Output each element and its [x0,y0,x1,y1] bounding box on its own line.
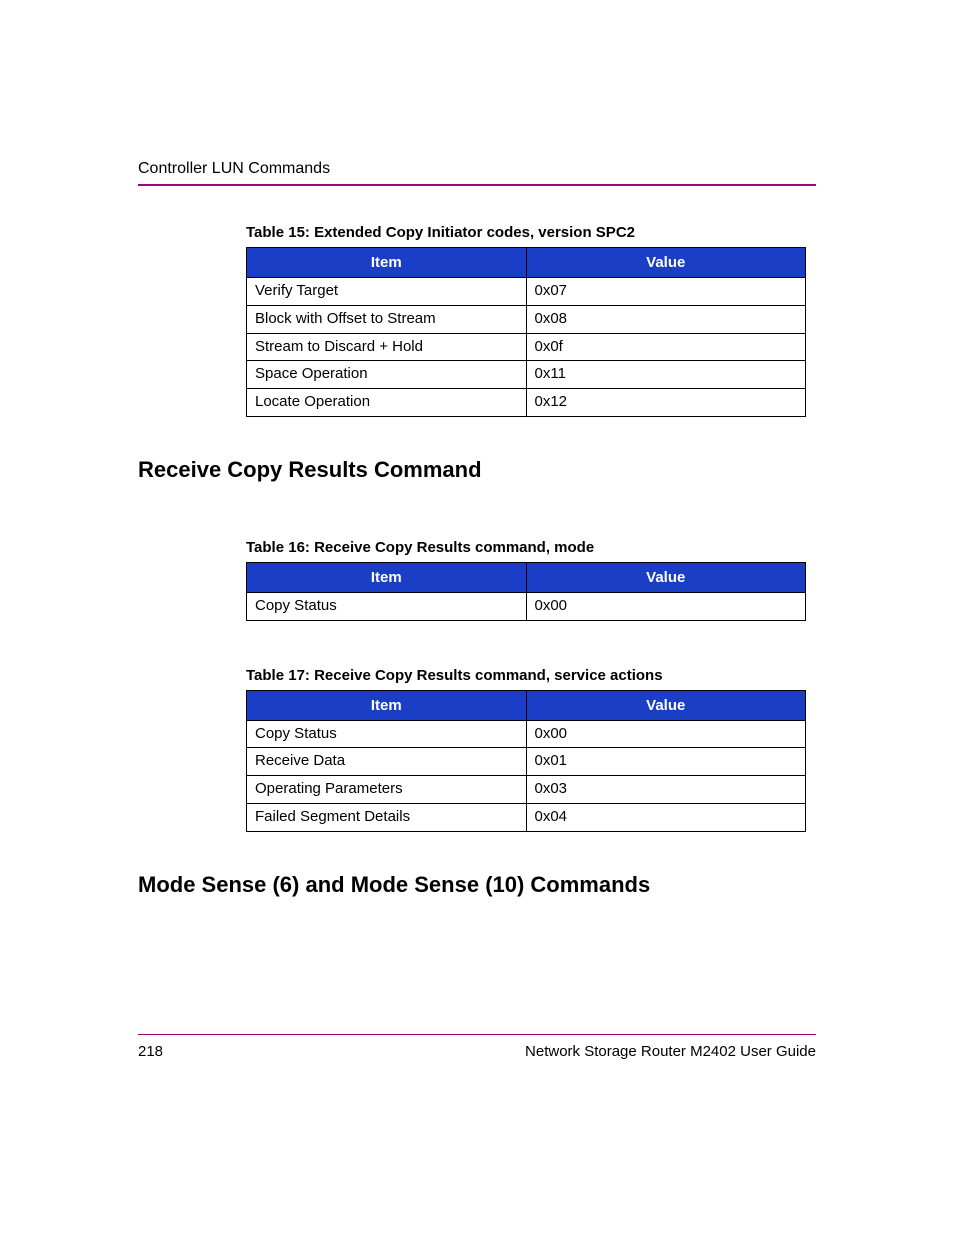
cell-item: Space Operation [247,361,527,389]
table-16: Item Value Copy Status 0x00 [246,562,806,621]
cell-value: 0x07 [526,278,806,306]
table-row: Failed Segment Details 0x04 [247,803,806,831]
page-footer: 218 Network Storage Router M2402 User Gu… [138,1034,816,1061]
heading-receive-copy-results: Receive Copy Results Command [138,457,816,483]
table-17: Item Value Copy Status 0x00 Receive Data… [246,690,806,832]
table-15-block: Table 15: Extended Copy Initiator codes,… [246,224,816,417]
table-17-block: Table 17: Receive Copy Results command, … [246,667,816,832]
table-16-block: Table 16: Receive Copy Results command, … [246,539,816,621]
cell-value: 0x00 [526,720,806,748]
table-16-head-value: Value [526,562,806,592]
cell-value: 0x00 [526,592,806,620]
page-number: 218 [138,1043,163,1060]
table-row: Block with Offset to Stream 0x08 [247,305,806,333]
table-16-head-item: Item [247,562,527,592]
cell-item: Verify Target [247,278,527,306]
cell-value: 0x01 [526,748,806,776]
table-15-head-value: Value [526,248,806,278]
cell-item: Receive Data [247,748,527,776]
table-row: Stream to Discard + Hold 0x0f [247,333,806,361]
running-header: Controller LUN Commands [138,160,816,178]
table-17-head-value: Value [526,690,806,720]
table-15: Item Value Verify Target 0x07 Block with… [246,247,806,417]
table-15-caption: Table 15: Extended Copy Initiator codes,… [246,224,816,241]
table-17-head-item: Item [247,690,527,720]
table-row: Copy Status 0x00 [247,592,806,620]
table-15-head-item: Item [247,248,527,278]
table-row: Copy Status 0x00 [247,720,806,748]
table-17-caption: Table 17: Receive Copy Results command, … [246,667,816,684]
heading-mode-sense: Mode Sense (6) and Mode Sense (10) Comma… [138,872,816,898]
table-row: Locate Operation 0x12 [247,389,806,417]
cell-item: Locate Operation [247,389,527,417]
table-row: Operating Parameters 0x03 [247,776,806,804]
table-row: Verify Target 0x07 [247,278,806,306]
doc-title: Network Storage Router M2402 User Guide [525,1043,816,1060]
cell-value: 0x11 [526,361,806,389]
cell-value: 0x0f [526,333,806,361]
table-row: Space Operation 0x11 [247,361,806,389]
footer-rule [138,1034,816,1036]
cell-value: 0x03 [526,776,806,804]
table-row: Receive Data 0x01 [247,748,806,776]
cell-item: Copy Status [247,720,527,748]
cell-item: Copy Status [247,592,527,620]
table-16-caption: Table 16: Receive Copy Results command, … [246,539,816,556]
cell-value: 0x08 [526,305,806,333]
cell-item: Failed Segment Details [247,803,527,831]
cell-item: Block with Offset to Stream [247,305,527,333]
cell-value: 0x12 [526,389,806,417]
header-rule [138,184,816,186]
cell-item: Operating Parameters [247,776,527,804]
cell-item: Stream to Discard + Hold [247,333,527,361]
cell-value: 0x04 [526,803,806,831]
